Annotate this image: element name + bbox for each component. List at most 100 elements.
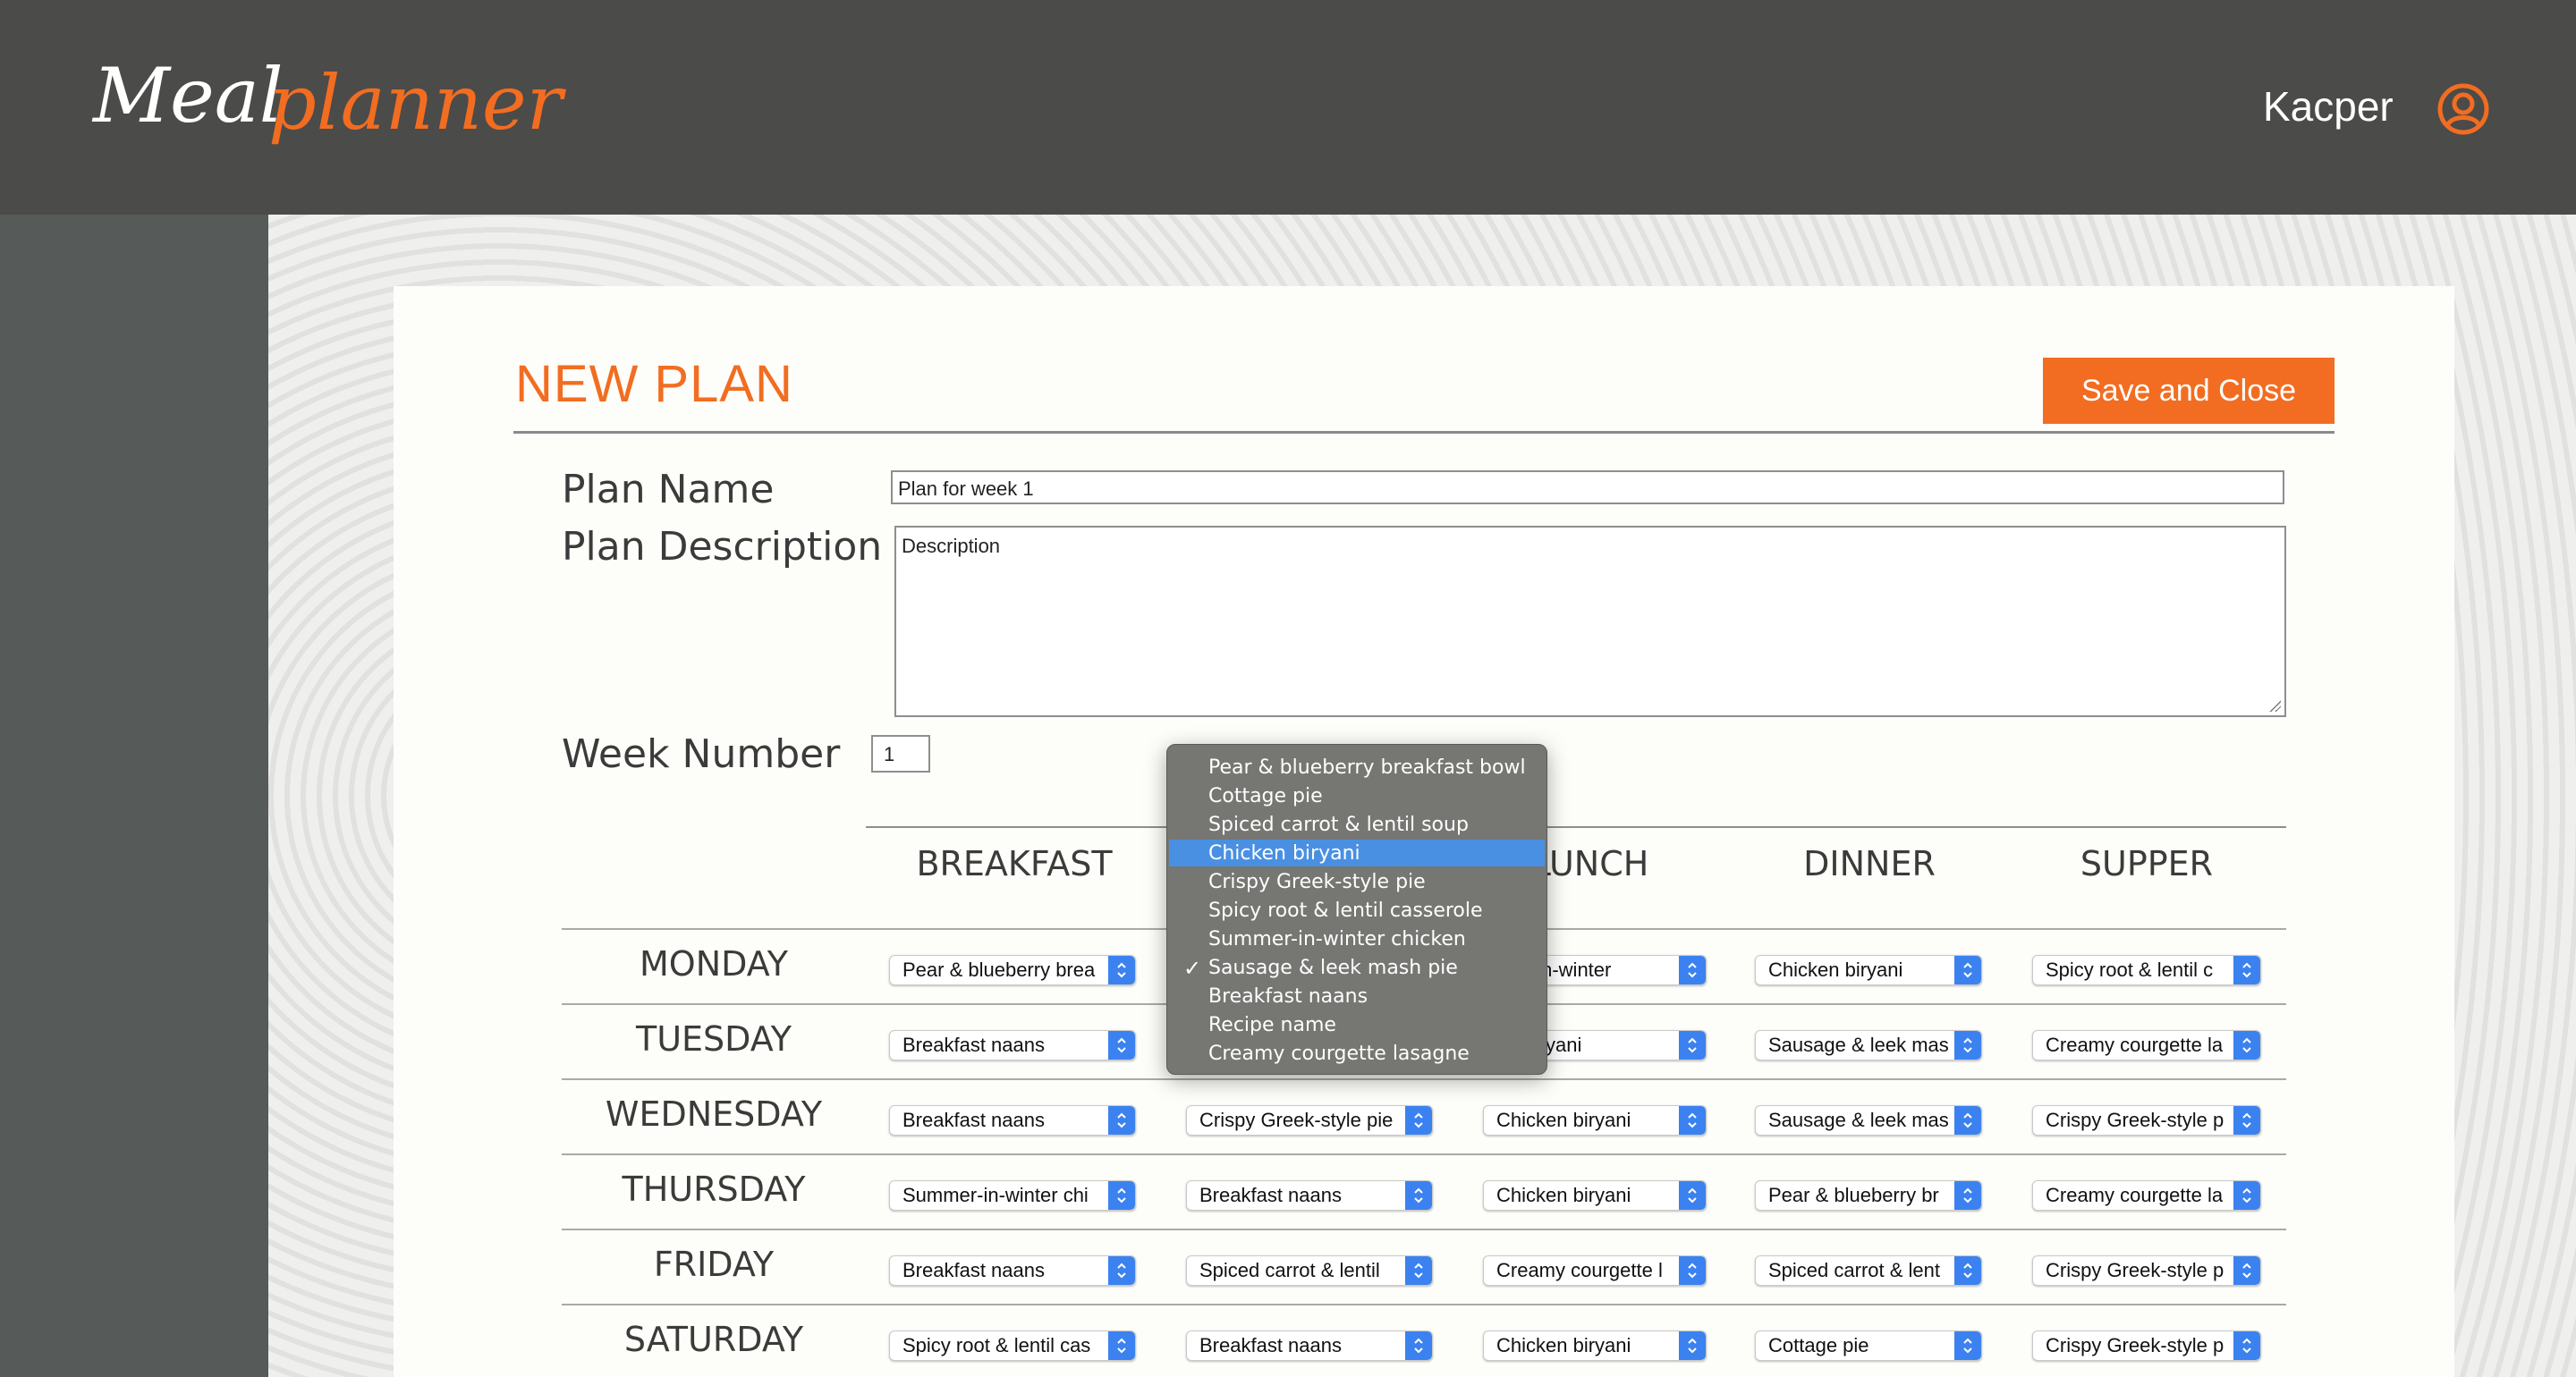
select-arrows-icon[interactable] bbox=[1405, 1181, 1432, 1210]
select-arrows-icon[interactable] bbox=[1108, 956, 1135, 984]
meal-select[interactable]: Summer-in-winter chi bbox=[889, 1180, 1136, 1211]
meal-select[interactable]: Creamy courgette la bbox=[2032, 1180, 2261, 1211]
day-label-thursday: THURSDAY bbox=[622, 1170, 806, 1209]
select-arrows-icon[interactable] bbox=[1108, 1106, 1135, 1135]
meal-select[interactable]: Crispy Greek-style p bbox=[2032, 1255, 2261, 1286]
dropdown-option[interactable]: Breakfast naans bbox=[1169, 983, 1545, 1010]
week-number-label: Week Number bbox=[562, 731, 841, 777]
meal-select[interactable]: Crispy Greek-style p bbox=[2032, 1105, 2261, 1136]
username-label[interactable]: Kacper bbox=[2263, 82, 2394, 131]
week-number-input[interactable]: 1 bbox=[871, 735, 930, 773]
meal-select[interactable]: Sausage & leek mas bbox=[1755, 1105, 1982, 1136]
dropdown-option[interactable]: Summer-in-winter chicken bbox=[1169, 925, 1545, 952]
meal-select[interactable]: Spicy root & lentil cas bbox=[889, 1331, 1136, 1361]
meal-select-value: Breakfast naans bbox=[902, 1259, 1045, 1281]
day-label-tuesday: TUESDAY bbox=[635, 1019, 792, 1059]
dropdown-option-selected[interactable]: ✓ Sausage & leek mash pie bbox=[1169, 954, 1545, 981]
meal-select[interactable]: Spiced carrot & lentil bbox=[1186, 1255, 1433, 1286]
select-arrows-icon[interactable] bbox=[2233, 1106, 2260, 1135]
dropdown-option[interactable]: Spicy root & lentil casserole bbox=[1169, 897, 1545, 924]
day-label-wednesday: WEDNESDAY bbox=[605, 1094, 823, 1134]
plan-description-textarea[interactable]: Description bbox=[894, 526, 2286, 717]
column-header-supper: SUPPER bbox=[2080, 844, 2214, 883]
logo-word-planner: planner bbox=[268, 59, 563, 147]
select-arrows-icon[interactable] bbox=[2233, 1256, 2260, 1285]
checkmark-icon: ✓ bbox=[1183, 956, 1202, 981]
select-arrows-icon[interactable] bbox=[1679, 1331, 1706, 1360]
select-arrows-icon[interactable] bbox=[1108, 1256, 1135, 1285]
meal-select[interactable]: Crispy Greek-style pie bbox=[1186, 1105, 1433, 1136]
meal-select-value: Sausage & leek mas bbox=[1768, 1034, 1949, 1056]
dropdown-option[interactable]: Cottage pie bbox=[1169, 782, 1545, 809]
meal-select[interactable]: Breakfast naans bbox=[1186, 1331, 1433, 1361]
meal-select[interactable]: Sausage & leek mas bbox=[1755, 1030, 1982, 1060]
dropdown-option[interactable]: Recipe name bbox=[1169, 1011, 1545, 1038]
select-arrows-icon[interactable] bbox=[1954, 1106, 1981, 1135]
select-arrows-icon[interactable] bbox=[1405, 1256, 1432, 1285]
dropdown-option[interactable]: Creamy courgette lasagne bbox=[1169, 1040, 1545, 1067]
day-label-friday: FRIDAY bbox=[653, 1245, 775, 1284]
meal-select-value: Chicken biryani bbox=[1496, 1334, 1631, 1356]
plan-description-label: Plan Description bbox=[562, 524, 883, 570]
grid-top-divider bbox=[866, 826, 2286, 828]
top-header: Meal planner Kacper bbox=[0, 0, 2576, 215]
meal-select-value: Spicy root & lentil cas bbox=[902, 1334, 1091, 1356]
dropdown-option[interactable]: Crispy Greek-style pie bbox=[1169, 868, 1545, 895]
dropdown-option[interactable]: Spiced carrot & lentil soup bbox=[1169, 811, 1545, 838]
select-arrows-icon[interactable] bbox=[1108, 1031, 1135, 1060]
logo-word-meal: Meal bbox=[93, 52, 284, 139]
plan-name-input[interactable]: Plan for week 1 bbox=[891, 470, 2284, 504]
select-arrows-icon[interactable] bbox=[1679, 1256, 1706, 1285]
meal-select[interactable]: Creamy courgette la bbox=[2032, 1030, 2261, 1060]
meal-select[interactable]: Creamy courgette l bbox=[1483, 1255, 1707, 1286]
dropdown-option[interactable]: Pear & blueberry breakfast bowl bbox=[1169, 754, 1545, 781]
select-arrows-icon[interactable] bbox=[1954, 956, 1981, 984]
meal-select[interactable]: Chicken biryani bbox=[1755, 955, 1982, 985]
select-arrows-icon[interactable] bbox=[1108, 1181, 1135, 1210]
meal-select[interactable]: Breakfast naans bbox=[889, 1030, 1136, 1060]
meal-select[interactable]: Cottage pie bbox=[1755, 1331, 1982, 1361]
meal-select[interactable]: Chicken biryani bbox=[1483, 1105, 1707, 1136]
select-arrows-icon[interactable] bbox=[1954, 1331, 1981, 1360]
meal-select[interactable]: Crispy Greek-style p bbox=[2032, 1331, 2261, 1361]
select-arrows-icon[interactable] bbox=[1954, 1256, 1981, 1285]
meal-select[interactable]: Pear & blueberry brea bbox=[889, 955, 1136, 985]
select-arrows-icon[interactable] bbox=[1954, 1031, 1981, 1060]
meal-select-value: Breakfast naans bbox=[902, 1109, 1045, 1131]
meal-select-value: Crispy Greek-style p bbox=[2046, 1334, 2224, 1356]
meal-select[interactable]: Breakfast naans bbox=[1186, 1180, 1433, 1211]
select-arrows-icon[interactable] bbox=[1405, 1331, 1432, 1360]
meal-select[interactable]: Breakfast naans bbox=[889, 1255, 1136, 1286]
user-circle-icon[interactable] bbox=[2436, 82, 2490, 136]
save-and-close-button[interactable]: Save and Close bbox=[2043, 358, 2334, 424]
select-arrows-icon[interactable] bbox=[1679, 1181, 1706, 1210]
select-arrows-icon[interactable] bbox=[1679, 1031, 1706, 1060]
dropdown-option-highlighted[interactable]: Chicken biryani bbox=[1169, 840, 1545, 866]
meal-select-value: Crispy Greek-style p bbox=[2046, 1259, 2224, 1281]
meal-select[interactable]: Chicken biryani bbox=[1483, 1180, 1707, 1211]
row-divider bbox=[562, 1078, 2286, 1080]
select-arrows-icon[interactable] bbox=[1679, 956, 1706, 984]
resize-grip-icon[interactable] bbox=[2268, 699, 2281, 712]
select-arrows-icon[interactable] bbox=[2233, 1181, 2260, 1210]
select-arrows-icon[interactable] bbox=[1405, 1106, 1432, 1135]
meal-select-value: Breakfast naans bbox=[902, 1034, 1045, 1056]
meal-select[interactable]: Spiced carrot & lent bbox=[1755, 1255, 1982, 1286]
select-arrows-icon[interactable] bbox=[1954, 1181, 1981, 1210]
meal-select-value: Breakfast naans bbox=[1199, 1184, 1342, 1206]
meal-select-value: Spicy root & lentil c bbox=[2046, 959, 2214, 981]
select-arrows-icon[interactable] bbox=[2233, 1031, 2260, 1060]
select-arrows-icon[interactable] bbox=[1108, 1331, 1135, 1360]
sidebar bbox=[0, 215, 268, 1377]
meal-select[interactable]: Breakfast naans bbox=[889, 1105, 1136, 1136]
plan-name-label: Plan Name bbox=[562, 467, 775, 512]
meal-select[interactable]: Spicy root & lentil c bbox=[2032, 955, 2261, 985]
recipe-dropdown-menu[interactable]: Pear & blueberry breakfast bowl Cottage … bbox=[1166, 744, 1547, 1075]
select-arrows-icon[interactable] bbox=[1679, 1106, 1706, 1135]
meal-select[interactable]: Pear & blueberry br bbox=[1755, 1180, 1982, 1211]
row-divider bbox=[562, 1229, 2286, 1230]
row-divider bbox=[562, 1153, 2286, 1155]
select-arrows-icon[interactable] bbox=[2233, 956, 2260, 984]
meal-select[interactable]: Chicken biryani bbox=[1483, 1331, 1707, 1361]
select-arrows-icon[interactable] bbox=[2233, 1331, 2260, 1360]
